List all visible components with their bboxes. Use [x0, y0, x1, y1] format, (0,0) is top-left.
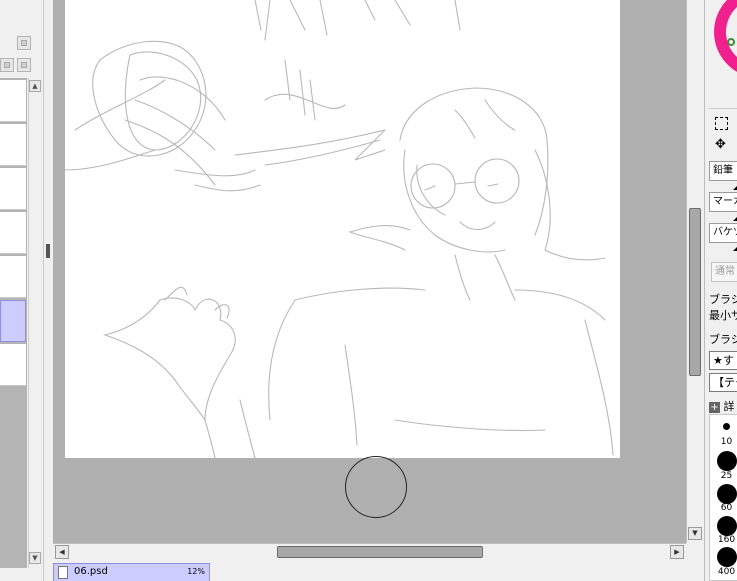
document-tab[interactable]: 06.psd 12% [53, 563, 210, 581]
brush-cursor-circle [345, 456, 407, 518]
layer-scroll-up-button[interactable]: ▲ [29, 80, 41, 92]
layer-list [0, 78, 27, 568]
move-tool-icon[interactable]: ✥ [715, 138, 726, 152]
brush-size-list[interactable]: 10 25 60 160 400 [709, 414, 737, 581]
size-dot-160[interactable] [717, 516, 737, 536]
brush-slot-bucket[interactable]: バケツ [709, 223, 737, 243]
canvas-vertical-scrollbar[interactable]: ▼ [686, 0, 704, 543]
detail-settings-toggle[interactable]: + 詳 [709, 398, 735, 414]
brush-slot-label: マーカ [713, 196, 737, 207]
size-label: 25 [720, 471, 733, 481]
size-label: 160 [717, 535, 736, 545]
layer-item[interactable] [0, 256, 26, 298]
layer-scrollbar[interactable]: ▲ ▼ [28, 78, 41, 568]
new-layer-button[interactable] [17, 36, 31, 50]
scroll-right-button[interactable]: ▶ [670, 545, 684, 559]
brush-shape-select[interactable]: ★す [709, 351, 737, 370]
layer-item[interactable] [0, 80, 26, 122]
color-wheel-selector[interactable] [727, 38, 735, 46]
expand-plus-icon: + [709, 401, 720, 413]
layer-item-selected[interactable] [0, 300, 26, 342]
brush-slot-pencil[interactable]: 鉛筆 [709, 161, 737, 181]
scroll-left-button[interactable]: ◀ [55, 545, 69, 559]
layer-item[interactable] [0, 124, 26, 166]
selection-tool-icon[interactable] [715, 117, 728, 130]
color-wheel-center [726, 0, 737, 66]
layer-item[interactable] [0, 212, 26, 254]
brush-slot-indicator: ◢ [733, 182, 737, 191]
layer-item[interactable] [0, 344, 26, 386]
splitter-grip[interactable] [46, 244, 50, 258]
tool-panel: ✥ 鉛筆 ◢ マーカ ◢ バケツ ◢ 通常 ブラシ 最小サ ブラシ ★す 【テク… [704, 0, 737, 581]
brush-texture-label: ブラシ [709, 333, 737, 346]
brush-shape-label: ブラシ [709, 293, 737, 306]
size-dot-10[interactable] [723, 423, 730, 430]
blend-mode-select[interactable]: 通常 [711, 262, 737, 282]
vertical-scroll-thumb[interactable] [689, 208, 701, 376]
min-size-label: 最小サ [709, 309, 737, 322]
document-tab-bar: 06.psd 12% [53, 560, 704, 581]
layer-folder-button[interactable] [0, 58, 14, 72]
size-label: 400 [717, 567, 736, 577]
document-icon [58, 566, 68, 579]
layer-copy-button[interactable] [17, 58, 31, 72]
brush-slot-indicator: ◢ [733, 243, 737, 252]
paint-tool-window: ▲ ▼ ▼ ◀ ▶ 06.psd 12% ✥ 鉛筆 マー バケ 通常 ブラ 最小… [0, 0, 737, 581]
size-dot-400[interactable] [717, 547, 737, 567]
size-dot-25[interactable] [717, 451, 737, 471]
brush-slot-label: 鉛筆 [713, 165, 733, 176]
brush-slot-indicator: ◢ [733, 213, 737, 222]
drawing-canvas[interactable] [65, 0, 620, 458]
panel-splitter[interactable] [45, 0, 52, 581]
size-label: 10 [720, 437, 733, 447]
canvas-horizontal-scrollbar[interactable]: ◀ ▶ [53, 543, 686, 559]
layer-scroll-down-button[interactable]: ▼ [29, 552, 41, 564]
document-name: 06.psd [74, 566, 108, 577]
layer-item[interactable] [0, 168, 26, 210]
canvas-area[interactable] [53, 0, 686, 543]
pencil-sketch-drawing [65, 0, 614, 458]
size-label: 60 [720, 503, 733, 513]
document-zoom: 12% [187, 567, 205, 576]
brush-texture-select[interactable]: 【テク [709, 373, 737, 392]
size-dot-60[interactable] [717, 484, 737, 504]
detail-label: 詳 [723, 400, 735, 413]
horizontal-scroll-thumb[interactable] [277, 546, 483, 558]
brush-slot-label: バケツ [713, 227, 737, 238]
scroll-down-button[interactable]: ▼ [688, 527, 702, 540]
brush-slot-marker[interactable]: マーカ [709, 192, 737, 212]
divider [709, 108, 737, 109]
layer-panel: ▲ ▼ [0, 0, 44, 581]
color-wheel[interactable] [714, 0, 737, 78]
